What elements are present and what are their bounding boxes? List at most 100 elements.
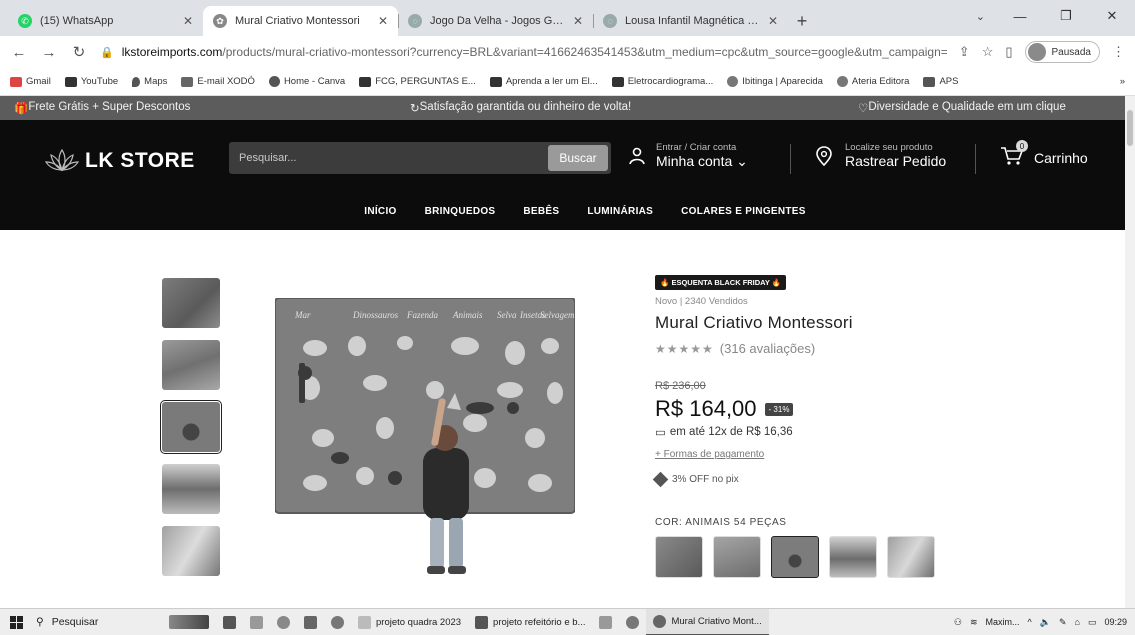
page-scrollbar[interactable] <box>1125 96 1135 608</box>
address-bar[interactable]: 🔒 lkstoreimports.com/products/mural-cria… <box>100 40 947 64</box>
tab-lousa-infantil[interactable]: ◌ Lousa Infantil Magnética Quadr ✕ <box>593 6 788 36</box>
bookmark-youtube[interactable]: YouTube <box>64 76 118 87</box>
variant-option[interactable] <box>713 536 761 578</box>
account-menu[interactable]: Entrar / Criar conta Minha conta ⌄ <box>628 142 748 170</box>
tab-title: Jogo Da Velha - Jogos Gigantes <box>430 15 565 27</box>
clock[interactable]: 09:29 <box>1104 617 1127 627</box>
sidepanel-icon[interactable]: ▯ <box>1005 44 1012 60</box>
bookmark-ibitinga[interactable]: Ibitinga | Aparecida <box>727 76 823 87</box>
back-arrow-icon[interactable]: ← <box>10 44 28 61</box>
battery-icon[interactable]: ▭ <box>1088 617 1097 628</box>
pen-icon[interactable]: ✎ <box>1059 617 1067 628</box>
header-divider <box>790 144 791 174</box>
nav-bebes[interactable]: BEBÊS <box>523 206 559 217</box>
minimize-icon[interactable]: — <box>997 0 1043 32</box>
taskbar-app-icon[interactable] <box>216 609 243 635</box>
variant-option-selected[interactable] <box>771 536 819 578</box>
youtube-icon <box>611 76 624 87</box>
site-icon <box>727 76 739 87</box>
close-window-icon[interactable]: ✕ <box>1089 0 1135 32</box>
payment-methods-link[interactable]: + Formas de pagamento <box>655 449 1075 460</box>
taskbar-app-icon[interactable] <box>297 609 324 635</box>
promo-strip: 🎁 Frete Grátis + Super Descontos ↻ Satis… <box>0 96 1135 120</box>
variant-option[interactable] <box>829 536 877 578</box>
rating[interactable]: ★★★★★ (316 avaliações) <box>655 341 1075 356</box>
store-favicon-icon: ✿ <box>213 14 227 28</box>
tab-mural-criativo[interactable]: ✿ Mural Criativo Montessori ✕ <box>203 6 398 36</box>
taskbar-app-icon[interactable] <box>162 609 216 635</box>
browser-tab-bar: ✆ (15) WhatsApp ✕ ✿ Mural Criativo Monte… <box>0 0 1135 36</box>
bookmark-aps[interactable]: APS <box>923 76 958 87</box>
close-tab-icon[interactable]: ✕ <box>378 14 388 28</box>
bookmark-maps[interactable]: Maps <box>132 76 167 87</box>
taskbar-window-projeto-refeitorio[interactable]: projeto refeitório e b... <box>468 609 592 635</box>
taskbar-window-mural-criativo[interactable]: Mural Criativo Mont... <box>646 608 769 635</box>
bookmarks-bar: Gmail YouTube Maps E-mail XODÓ Home - Ca… <box>0 68 1135 96</box>
network-icon[interactable]: ⌂ <box>1075 617 1080 627</box>
chevron-up-icon[interactable]: ^ <box>1028 617 1032 627</box>
product-thumbnail-selected[interactable] <box>160 400 222 454</box>
profile-button[interactable]: Pausada <box>1024 41 1100 63</box>
canva-icon <box>268 76 280 87</box>
windows-logo-icon <box>9 615 23 629</box>
taskbar-window-projeto-quadra[interactable]: projeto quadra 2023 <box>351 609 468 635</box>
product-thumbnail[interactable] <box>162 526 220 576</box>
menu-kebab-icon[interactable]: ⋮ <box>1112 44 1125 60</box>
reload-icon[interactable]: ↻ <box>70 43 88 61</box>
bookmark-canva[interactable]: Home - Canva <box>268 76 345 87</box>
taskbar-app-icon[interactable] <box>592 609 619 635</box>
taskbar-app-icon[interactable] <box>324 609 351 635</box>
nav-brinquedos[interactable]: BRINQUEDOS <box>425 206 496 217</box>
bookmark-star-icon[interactable]: ☆ <box>982 44 994 60</box>
image-heading-word: Dinossauros <box>352 310 399 320</box>
close-tab-icon[interactable]: ✕ <box>573 14 583 28</box>
product-main-image[interactable]: Mar Dinossauros Fazenda Animais Selva In… <box>275 298 575 578</box>
close-tab-icon[interactable]: ✕ <box>768 14 778 28</box>
variant-option[interactable] <box>887 536 935 578</box>
tab-search-chevron-icon[interactable]: ⌄ <box>976 10 985 23</box>
taskbar-app-icon[interactable] <box>243 609 270 635</box>
cart-label: Carrinho <box>1034 149 1088 166</box>
product-thumbnail[interactable] <box>162 464 220 514</box>
search-button[interactable]: Buscar <box>548 145 608 171</box>
nav-luminarias[interactable]: LUMINÁRIAS <box>587 206 653 217</box>
cart-link[interactable]: 0 Carrinho <box>1000 140 1088 169</box>
share-icon[interactable]: ⇪ <box>959 44 970 60</box>
document-icon <box>358 615 371 629</box>
forward-arrow-icon[interactable]: → <box>40 44 58 61</box>
store-search-input[interactable] <box>229 142 548 174</box>
windows-start-button[interactable] <box>0 615 32 629</box>
sold-count: Novo | 2340 Vendidos <box>655 296 748 307</box>
product-thumbnail[interactable] <box>162 340 220 390</box>
variant-option[interactable] <box>655 536 703 578</box>
bookmark-email-xodo[interactable]: E-mail XODÓ <box>181 76 255 87</box>
volume-icon[interactable]: 🔈 <box>1040 617 1051 628</box>
bookmark-ateria[interactable]: Ateria Editora <box>836 76 909 87</box>
track-order-link[interactable]: Localize seu produto Rastrear Pedido <box>815 142 946 169</box>
bookmark-gmail[interactable]: Gmail <box>10 76 51 87</box>
people-icon[interactable]: ⚇ <box>954 617 962 628</box>
taskbar-search[interactable]: ⚲ Pesquisar <box>32 616 162 628</box>
store-logo[interactable]: LK STORE <box>45 146 195 176</box>
scrollbar-thumb[interactable] <box>1127 110 1133 146</box>
bookmark-eletrocardiograma[interactable]: Eletrocardiograma... <box>611 76 713 87</box>
bookmark-fcg[interactable]: FCG, PERGUNTAS E... <box>359 76 476 87</box>
nav-colares-pingentes[interactable]: COLARES E PINGENTES <box>681 206 806 217</box>
tab-whatsapp[interactable]: ✆ (15) WhatsApp ✕ <box>8 6 203 36</box>
weather-icon[interactable]: ≋ <box>970 617 978 628</box>
store-header: LK STORE Buscar Entrar / Criar conta Min… <box>0 120 1135 230</box>
new-tab-button[interactable]: + <box>788 6 816 36</box>
taskbar-app-icon[interactable] <box>619 609 646 635</box>
tab-jogo-da-velha[interactable]: ◌ Jogo Da Velha - Jogos Gigantes ✕ <box>398 6 593 36</box>
product-thumbnail[interactable] <box>162 278 220 328</box>
tray-label[interactable]: Maxim... <box>986 617 1020 627</box>
bookmarks-overflow-button[interactable]: » <box>1120 76 1125 87</box>
close-tab-icon[interactable]: ✕ <box>183 14 193 28</box>
taskbar-app-icon[interactable] <box>270 609 297 635</box>
nav-inicio[interactable]: INÍCIO <box>364 206 396 217</box>
reviews-count: (316 avaliações) <box>719 341 816 356</box>
track-small-label: Localize seu produto <box>845 142 933 153</box>
store-app-icon <box>304 615 317 629</box>
restore-icon[interactable]: ❐ <box>1043 0 1089 32</box>
bookmark-aprenda[interactable]: Aprenda a ler um El... <box>489 76 598 87</box>
